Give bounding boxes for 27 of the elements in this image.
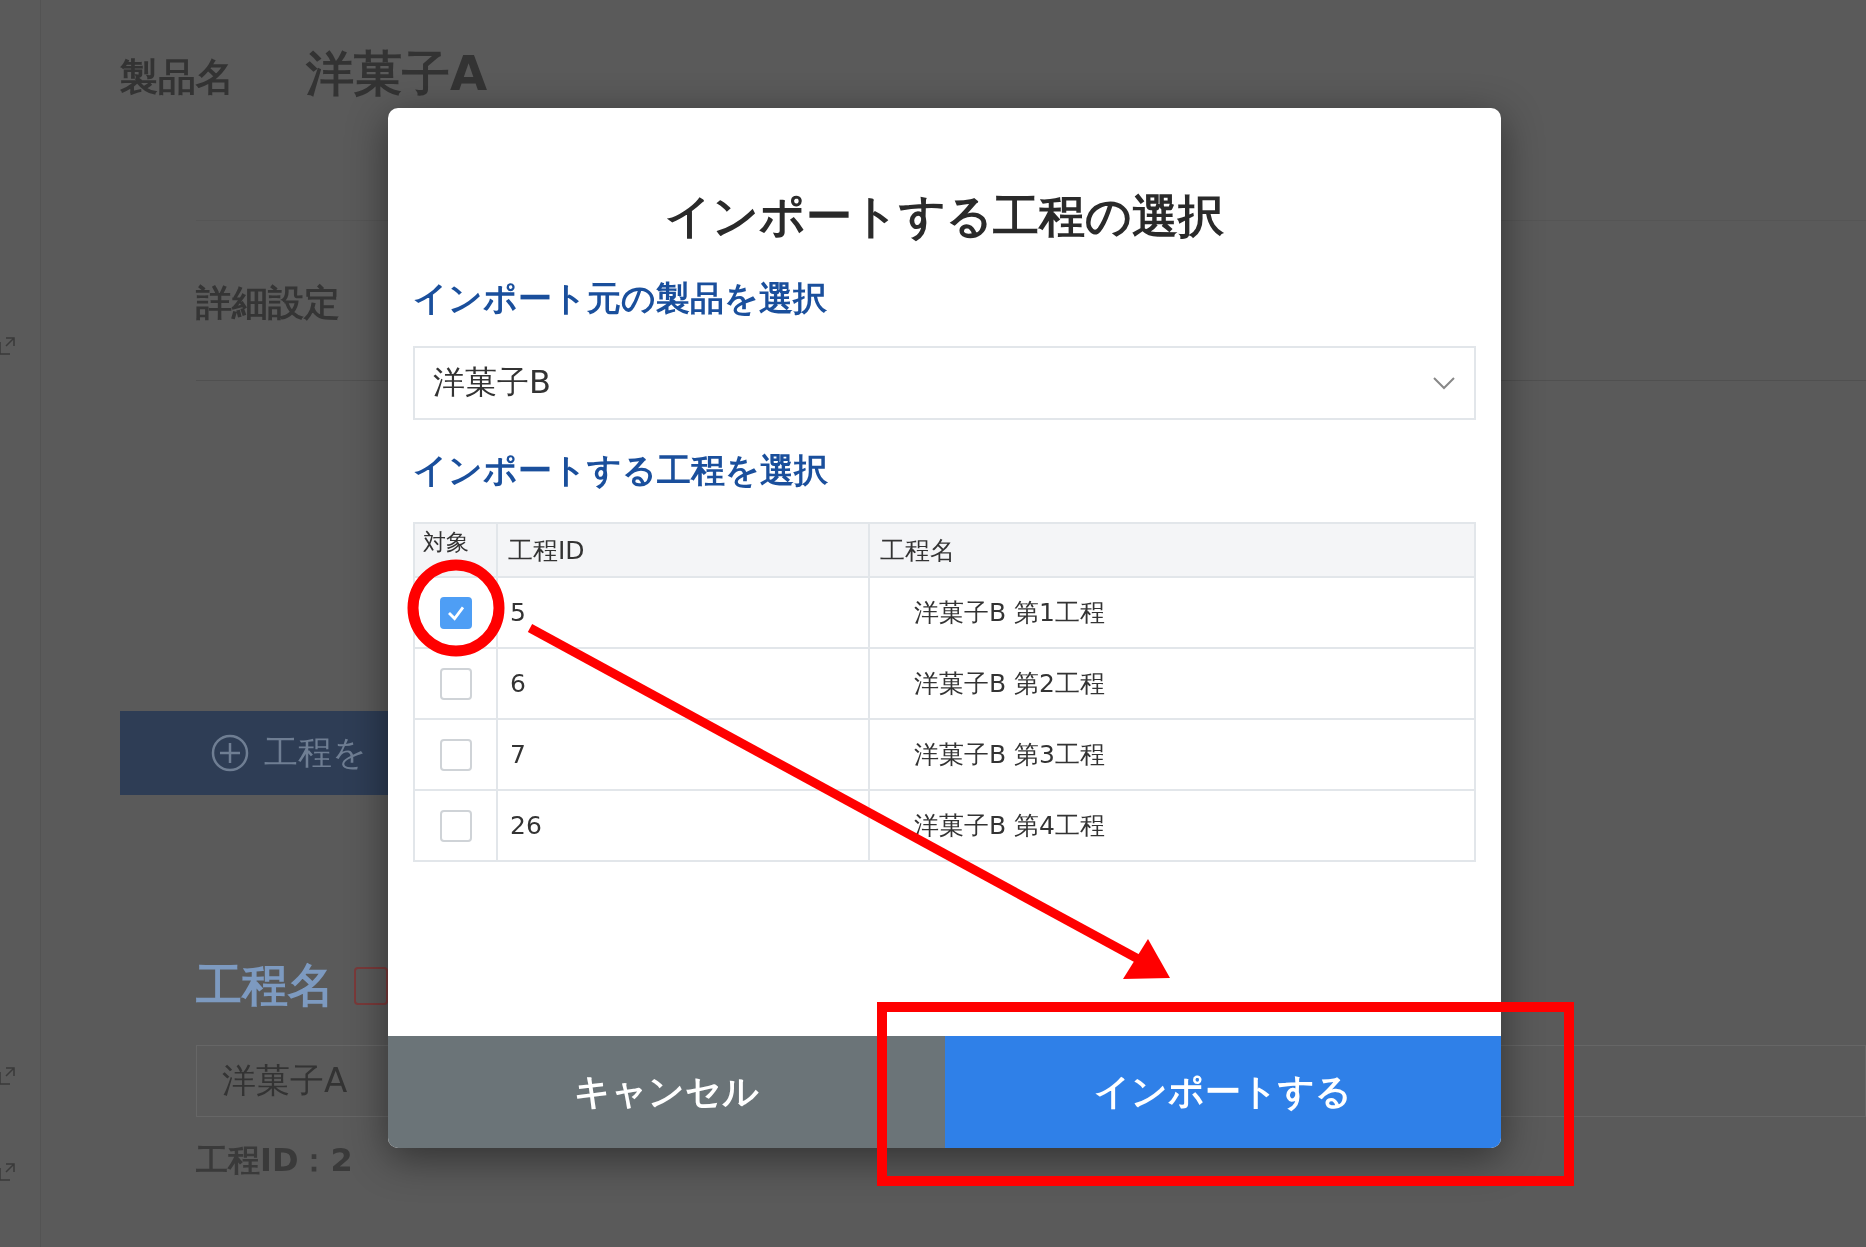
dialog-title: インポートする工程の選択 xyxy=(664,188,1225,245)
column-header: 工程ID xyxy=(497,523,869,577)
chevron-down-icon xyxy=(1432,376,1456,390)
process-name-heading: 工程名 xyxy=(196,957,334,1014)
import-button[interactable]: インポートする xyxy=(944,1036,1501,1148)
table-cell: 7 xyxy=(497,719,869,790)
table-cell: 洋菓子B 第3工程 xyxy=(869,719,1475,790)
checkbox[interactable] xyxy=(439,596,472,629)
table-cell: 洋菓子B 第1工程 xyxy=(869,577,1475,648)
external-link-icon[interactable] xyxy=(0,1066,16,1086)
external-link-icon[interactable] xyxy=(0,336,16,356)
table-cell: 5 xyxy=(497,577,869,648)
cancel-button[interactable]: キャンセル xyxy=(388,1036,945,1148)
table-cell: 26 xyxy=(497,790,869,861)
checkbox[interactable] xyxy=(439,809,472,842)
table-cell: 6 xyxy=(497,648,869,719)
section-label: インポートする工程を選択 xyxy=(413,449,829,492)
plus-circle-icon xyxy=(210,733,250,773)
table-cell: 洋菓子B 第4工程 xyxy=(869,790,1475,861)
table-cell: 洋菓子B 第2工程 xyxy=(869,648,1475,719)
column-header: 工程名 xyxy=(869,523,1475,577)
add-process-button[interactable]: 工程を xyxy=(120,711,389,795)
section-label: インポート元の製品を選択 xyxy=(413,277,828,320)
product-select[interactable]: 洋菓子B xyxy=(413,346,1476,420)
external-link-icon[interactable] xyxy=(0,1162,16,1182)
checkbox[interactable] xyxy=(439,738,472,771)
checkbox[interactable] xyxy=(439,667,472,700)
